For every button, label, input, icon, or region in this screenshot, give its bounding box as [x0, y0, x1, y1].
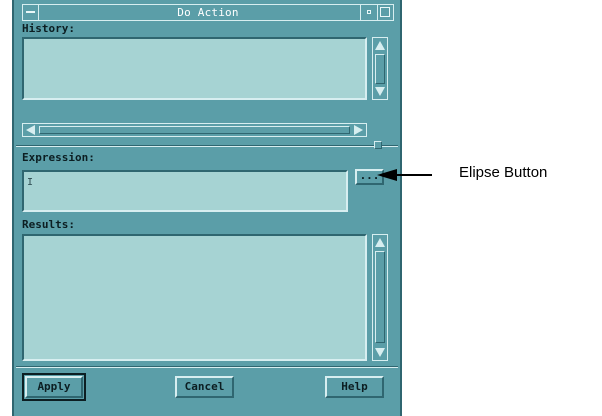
scroll-right-arrow-icon[interactable] [354, 125, 363, 135]
pane-sash-handle[interactable] [374, 141, 382, 149]
scroll-thumb[interactable] [375, 54, 385, 84]
results-vertical-scrollbar[interactable] [372, 234, 388, 361]
do-action-dialog: Do Action History: Expression: I ... Res… [12, 0, 402, 416]
callout-line [394, 174, 432, 176]
history-vertical-scrollbar[interactable] [372, 37, 388, 100]
scroll-up-arrow-icon[interactable] [375, 238, 385, 247]
maximize-icon[interactable] [377, 5, 393, 20]
apply-button[interactable]: Apply [25, 376, 83, 398]
scroll-up-arrow-icon[interactable] [375, 41, 385, 50]
text-cursor-icon: I [27, 177, 34, 188]
results-area[interactable] [22, 234, 367, 361]
title-bar[interactable]: Do Action [22, 4, 394, 21]
scroll-down-arrow-icon[interactable] [375, 87, 385, 96]
window-title: Do Action [177, 6, 239, 19]
minimize-icon[interactable] [360, 5, 377, 20]
history-list[interactable] [22, 37, 367, 100]
callout-label: Elipse Button [459, 164, 548, 181]
results-label: Results: [22, 218, 75, 231]
cancel-button[interactable]: Cancel [175, 376, 234, 398]
history-label: History: [22, 22, 75, 35]
help-button[interactable]: Help [325, 376, 384, 398]
scroll-left-arrow-icon[interactable] [26, 125, 35, 135]
expression-label: Expression: [22, 151, 95, 164]
scroll-down-arrow-icon[interactable] [375, 348, 385, 357]
history-horizontal-scrollbar[interactable] [22, 123, 367, 137]
scroll-thumb[interactable] [375, 251, 385, 343]
expression-input[interactable]: I [22, 170, 348, 212]
button-area-separator [16, 366, 398, 368]
scroll-thumb[interactable] [39, 126, 350, 134]
pane-separator [16, 145, 398, 147]
